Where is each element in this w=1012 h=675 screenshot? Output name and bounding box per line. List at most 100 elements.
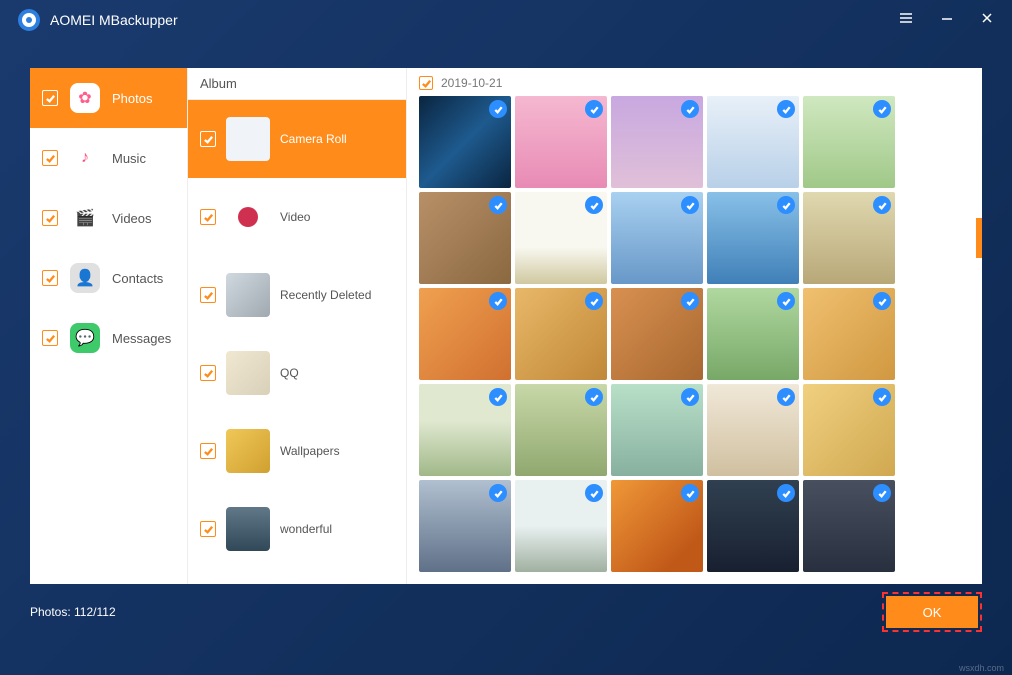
selected-check-icon[interactable] bbox=[681, 484, 699, 502]
photo-tile[interactable] bbox=[803, 192, 895, 284]
selected-check-icon[interactable] bbox=[489, 484, 507, 502]
list-view-icon[interactable] bbox=[898, 10, 914, 31]
checkbox-icon[interactable] bbox=[200, 287, 216, 303]
checkbox-icon[interactable] bbox=[42, 330, 58, 346]
category-videos[interactable]: 🎬Videos bbox=[30, 188, 187, 248]
photo-tile[interactable] bbox=[515, 96, 607, 188]
photo-tile[interactable] bbox=[611, 288, 703, 380]
selected-check-icon[interactable] bbox=[777, 484, 795, 502]
photo-tile[interactable] bbox=[419, 96, 511, 188]
date-label: 2019-10-21 bbox=[441, 76, 502, 90]
selected-check-icon[interactable] bbox=[777, 388, 795, 406]
minimize-icon[interactable] bbox=[940, 11, 954, 30]
selected-check-icon[interactable] bbox=[681, 100, 699, 118]
photo-tile[interactable] bbox=[707, 288, 799, 380]
selected-check-icon[interactable] bbox=[585, 100, 603, 118]
photo-tile[interactable] bbox=[611, 96, 703, 188]
category-messages[interactable]: 💬Messages bbox=[30, 308, 187, 368]
selected-check-icon[interactable] bbox=[873, 100, 891, 118]
photo-tile[interactable] bbox=[803, 480, 895, 572]
checkbox-icon[interactable] bbox=[42, 90, 58, 106]
category-photos[interactable]: ✿Photos bbox=[30, 68, 187, 128]
selected-check-icon[interactable] bbox=[681, 292, 699, 310]
photo-tile[interactable] bbox=[707, 384, 799, 476]
status-text: Photos: 112/112 bbox=[30, 605, 116, 619]
selected-check-icon[interactable] bbox=[681, 196, 699, 214]
photo-tile[interactable] bbox=[419, 288, 511, 380]
selected-check-icon[interactable] bbox=[489, 292, 507, 310]
ok-button[interactable]: OK bbox=[886, 596, 978, 628]
selected-check-icon[interactable] bbox=[873, 292, 891, 310]
selected-check-icon[interactable] bbox=[585, 292, 603, 310]
album-thumb bbox=[226, 429, 270, 473]
photo-tile[interactable] bbox=[707, 480, 799, 572]
messages-icon: 💬 bbox=[70, 323, 100, 353]
album-qq[interactable]: QQ bbox=[188, 334, 406, 412]
selected-check-icon[interactable] bbox=[873, 196, 891, 214]
selected-check-icon[interactable] bbox=[489, 388, 507, 406]
album-thumb bbox=[226, 117, 270, 161]
watermark: wsxdh.com bbox=[959, 663, 1004, 673]
photo-tile[interactable] bbox=[419, 384, 511, 476]
photo-tile[interactable] bbox=[515, 192, 607, 284]
footer: Photos: 112/112 OK bbox=[30, 592, 982, 632]
album-label: wonderful bbox=[280, 522, 332, 536]
checkbox-icon[interactable] bbox=[42, 210, 58, 226]
selected-check-icon[interactable] bbox=[585, 196, 603, 214]
album-thumb bbox=[226, 351, 270, 395]
album-label: Camera Roll bbox=[280, 132, 347, 146]
photo-tile[interactable] bbox=[515, 384, 607, 476]
selected-check-icon[interactable] bbox=[777, 100, 795, 118]
category-label: Music bbox=[112, 151, 146, 166]
photo-tile[interactable] bbox=[515, 288, 607, 380]
photo-tile[interactable] bbox=[611, 384, 703, 476]
photo-tile[interactable] bbox=[803, 384, 895, 476]
photos-icon: ✿ bbox=[70, 83, 100, 113]
checkbox-icon[interactable] bbox=[200, 209, 216, 225]
photo-tile[interactable] bbox=[707, 96, 799, 188]
checkbox-icon[interactable] bbox=[200, 365, 216, 381]
photo-tile[interactable] bbox=[803, 288, 895, 380]
photo-tile[interactable] bbox=[419, 192, 511, 284]
checkbox-icon[interactable] bbox=[42, 150, 58, 166]
selected-check-icon[interactable] bbox=[873, 388, 891, 406]
selected-check-icon[interactable] bbox=[777, 196, 795, 214]
photo-tile[interactable] bbox=[707, 192, 799, 284]
checkbox-icon[interactable] bbox=[42, 270, 58, 286]
photo-tile[interactable] bbox=[515, 480, 607, 572]
date-checkbox-icon[interactable] bbox=[419, 76, 433, 90]
selected-check-icon[interactable] bbox=[777, 292, 795, 310]
checkbox-icon[interactable] bbox=[200, 521, 216, 537]
photo-tile[interactable] bbox=[419, 480, 511, 572]
album-video[interactable]: Video bbox=[188, 178, 406, 256]
category-label: Contacts bbox=[112, 271, 163, 286]
album-thumb bbox=[226, 273, 270, 317]
close-icon[interactable] bbox=[980, 11, 994, 30]
music-icon: ♪ bbox=[70, 143, 100, 173]
selected-check-icon[interactable] bbox=[585, 484, 603, 502]
checkbox-icon[interactable] bbox=[200, 131, 216, 147]
category-music[interactable]: ♪ Music bbox=[30, 128, 187, 188]
album-list: Album Camera RollVideoRecently DeletedQQ… bbox=[188, 68, 407, 584]
scrollbar-thumb[interactable] bbox=[976, 218, 982, 258]
checkbox-icon[interactable] bbox=[200, 443, 216, 459]
date-group-row[interactable]: 2019-10-21 bbox=[419, 76, 970, 90]
selected-check-icon[interactable] bbox=[489, 100, 507, 118]
videos-icon: 🎬 bbox=[70, 203, 100, 233]
selected-check-icon[interactable] bbox=[489, 196, 507, 214]
category-contacts[interactable]: 👤 Contacts bbox=[30, 248, 187, 308]
selected-check-icon[interactable] bbox=[681, 388, 699, 406]
photo-tile[interactable] bbox=[611, 192, 703, 284]
title-bar: AOMEI MBackupper bbox=[0, 0, 1012, 40]
album-wallpapers[interactable]: Wallpapers bbox=[188, 412, 406, 490]
selected-check-icon[interactable] bbox=[873, 484, 891, 502]
selected-check-icon[interactable] bbox=[585, 388, 603, 406]
contacts-icon: 👤 bbox=[70, 263, 100, 293]
album-recently-deleted[interactable]: Recently Deleted bbox=[188, 256, 406, 334]
album-wonderful[interactable]: wonderful bbox=[188, 490, 406, 568]
photo-tile[interactable] bbox=[611, 480, 703, 572]
app-logo-icon bbox=[18, 9, 40, 31]
photo-grid bbox=[419, 96, 970, 572]
album-camera-roll[interactable]: Camera Roll bbox=[188, 100, 406, 178]
photo-tile[interactable] bbox=[803, 96, 895, 188]
